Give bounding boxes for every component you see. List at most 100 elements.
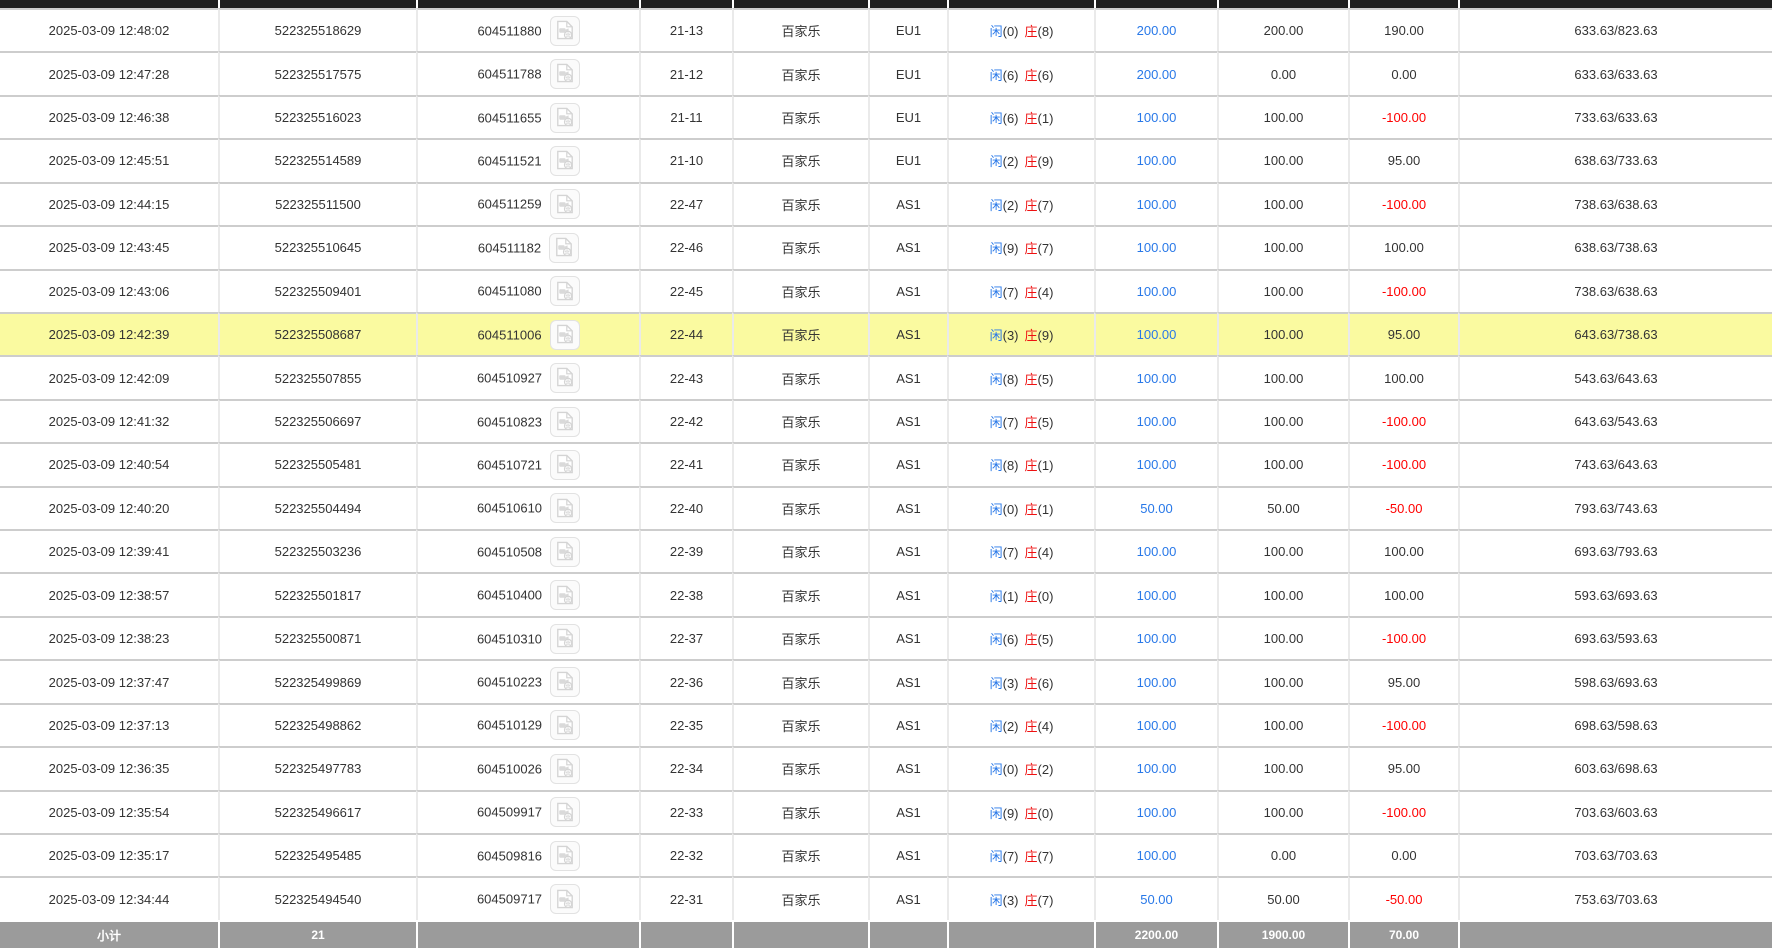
result-cell: 闲(6)庄(1)	[947, 95, 1094, 138]
video-replay-button[interactable]	[550, 493, 580, 523]
winloss-cell: 100.00	[1348, 225, 1458, 268]
table-code-cell: AS1	[868, 442, 947, 485]
header-strip-cell	[218, 0, 416, 8]
table-row: 2025-03-09 12:40:20 522325504494 6045106…	[0, 486, 1772, 529]
round-number-cell: 22-40	[639, 486, 732, 529]
player-points: (6)	[1003, 68, 1019, 83]
header-strip-cell	[0, 0, 218, 8]
bet-time-cell: 2025-03-09 12:35:17	[0, 833, 218, 876]
player-label: 闲	[990, 632, 1003, 647]
video-replay-button[interactable]	[550, 16, 580, 46]
bet-amount-cell[interactable]: 100.00	[1094, 703, 1217, 746]
balance-cell: 738.63/638.63	[1458, 269, 1772, 312]
bet-amount-cell[interactable]: 100.00	[1094, 442, 1217, 485]
bet-amount-cell[interactable]: 50.00	[1094, 486, 1217, 529]
bet-amount-cell[interactable]: 200.00	[1094, 51, 1217, 94]
valid-bet-cell: 50.00	[1217, 486, 1348, 529]
result-cell: 闲(3)庄(6)	[947, 659, 1094, 702]
bet-time-cell: 2025-03-09 12:37:13	[0, 703, 218, 746]
bet-amount-cell[interactable]: 100.00	[1094, 616, 1217, 659]
bet-amount-cell[interactable]: 50.00	[1094, 876, 1217, 920]
video-replay-button[interactable]	[550, 363, 580, 393]
bet-amount-cell[interactable]: 100.00	[1094, 355, 1217, 398]
bet-amount-cell[interactable]: 100.00	[1094, 95, 1217, 138]
video-replay-button[interactable]	[550, 537, 580, 567]
video-replay-button[interactable]	[550, 450, 580, 480]
valid-bet-cell: 100.00	[1217, 659, 1348, 702]
bet-amount-cell[interactable]: 100.00	[1094, 269, 1217, 312]
result-cell: 闲(6)庄(6)	[947, 51, 1094, 94]
bet-amount-cell[interactable]: 100.00	[1094, 138, 1217, 181]
video-replay-button[interactable]	[550, 580, 580, 610]
banker-label: 庄	[1025, 502, 1038, 517]
video-replay-button[interactable]	[550, 103, 580, 133]
video-replay-button[interactable]	[550, 407, 580, 437]
bet-amount-cell[interactable]: 100.00	[1094, 225, 1217, 268]
table-row: 2025-03-09 12:38:57 522325501817 6045104…	[0, 572, 1772, 615]
game-id: 604511182	[478, 240, 541, 255]
player-points: (2)	[1003, 198, 1019, 213]
video-replay-button[interactable]	[550, 667, 580, 697]
bet-time-cell: 2025-03-09 12:43:45	[0, 225, 218, 268]
video-replay-button[interactable]	[549, 233, 579, 263]
bet-time-cell: 2025-03-09 12:47:28	[0, 51, 218, 94]
player-label: 闲	[990, 415, 1003, 430]
round-number-cell: 22-43	[639, 355, 732, 398]
bet-amount-cell[interactable]: 100.00	[1094, 572, 1217, 615]
winloss-cell: -100.00	[1348, 790, 1458, 833]
game-id: 604511080	[477, 284, 541, 299]
player-label: 闲	[990, 589, 1003, 604]
video-replay-button[interactable]	[550, 320, 580, 350]
order-id-cell: 522325503236	[218, 529, 416, 572]
table-row: 2025-03-09 12:37:47 522325499869 6045102…	[0, 659, 1772, 702]
game-type-cell: 百家乐	[732, 486, 868, 529]
game-id: 604511006	[477, 327, 541, 342]
game-type-cell: 百家乐	[732, 312, 868, 355]
player-points: (8)	[1003, 458, 1019, 473]
order-id-cell: 522325498862	[218, 703, 416, 746]
player-label: 闲	[990, 154, 1003, 169]
video-replay-button[interactable]	[550, 189, 580, 219]
game-id: 604510823	[477, 414, 542, 429]
game-id-cell: 604510927	[416, 355, 639, 398]
bet-amount-cell[interactable]: 100.00	[1094, 312, 1217, 355]
player-label: 闲	[990, 849, 1003, 864]
table-code-cell: EU1	[868, 8, 947, 51]
bet-amount-cell[interactable]: 100.00	[1094, 182, 1217, 225]
game-id-cell: 604511788	[416, 51, 639, 94]
game-type-cell: 百家乐	[732, 616, 868, 659]
bet-amount-cell[interactable]: 100.00	[1094, 529, 1217, 572]
header-strip-cell	[1458, 0, 1772, 8]
game-type-cell: 百家乐	[732, 269, 868, 312]
table-row: 2025-03-09 12:46:38 522325516023 6045116…	[0, 95, 1772, 138]
valid-bet-cell: 200.00	[1217, 8, 1348, 51]
bet-amount-cell[interactable]: 100.00	[1094, 790, 1217, 833]
video-replay-button[interactable]	[550, 276, 580, 306]
banker-points: (1)	[1038, 111, 1054, 126]
balance-cell: 793.63/743.63	[1458, 486, 1772, 529]
video-replay-button[interactable]	[550, 710, 580, 740]
video-replay-button[interactable]	[550, 797, 580, 827]
banker-points: (4)	[1038, 285, 1054, 300]
banker-label: 庄	[1025, 285, 1038, 300]
bet-amount-cell[interactable]: 100.00	[1094, 833, 1217, 876]
video-replay-button[interactable]	[550, 59, 580, 89]
game-id: 604511259	[477, 197, 541, 212]
bet-amount-cell[interactable]: 100.00	[1094, 399, 1217, 442]
table-row: 2025-03-09 12:37:13 522325498862 6045101…	[0, 703, 1772, 746]
banker-points: (7)	[1038, 198, 1054, 213]
winloss-cell: 100.00	[1348, 529, 1458, 572]
footer-empty-cell	[732, 920, 868, 948]
game-id-cell: 604511655	[416, 95, 639, 138]
video-replay-button[interactable]	[550, 754, 580, 784]
video-replay-button[interactable]	[550, 624, 580, 654]
video-replay-button[interactable]	[550, 884, 580, 914]
subtotal-count-cell: 21	[218, 920, 416, 948]
balance-cell: 633.63/633.63	[1458, 51, 1772, 94]
bet-amount-cell[interactable]: 100.00	[1094, 746, 1217, 789]
video-replay-button[interactable]	[550, 146, 580, 176]
video-replay-button[interactable]	[550, 841, 580, 871]
bet-amount-cell[interactable]: 100.00	[1094, 659, 1217, 702]
bet-amount-cell[interactable]: 200.00	[1094, 8, 1217, 51]
winloss-cell: 100.00	[1348, 572, 1458, 615]
